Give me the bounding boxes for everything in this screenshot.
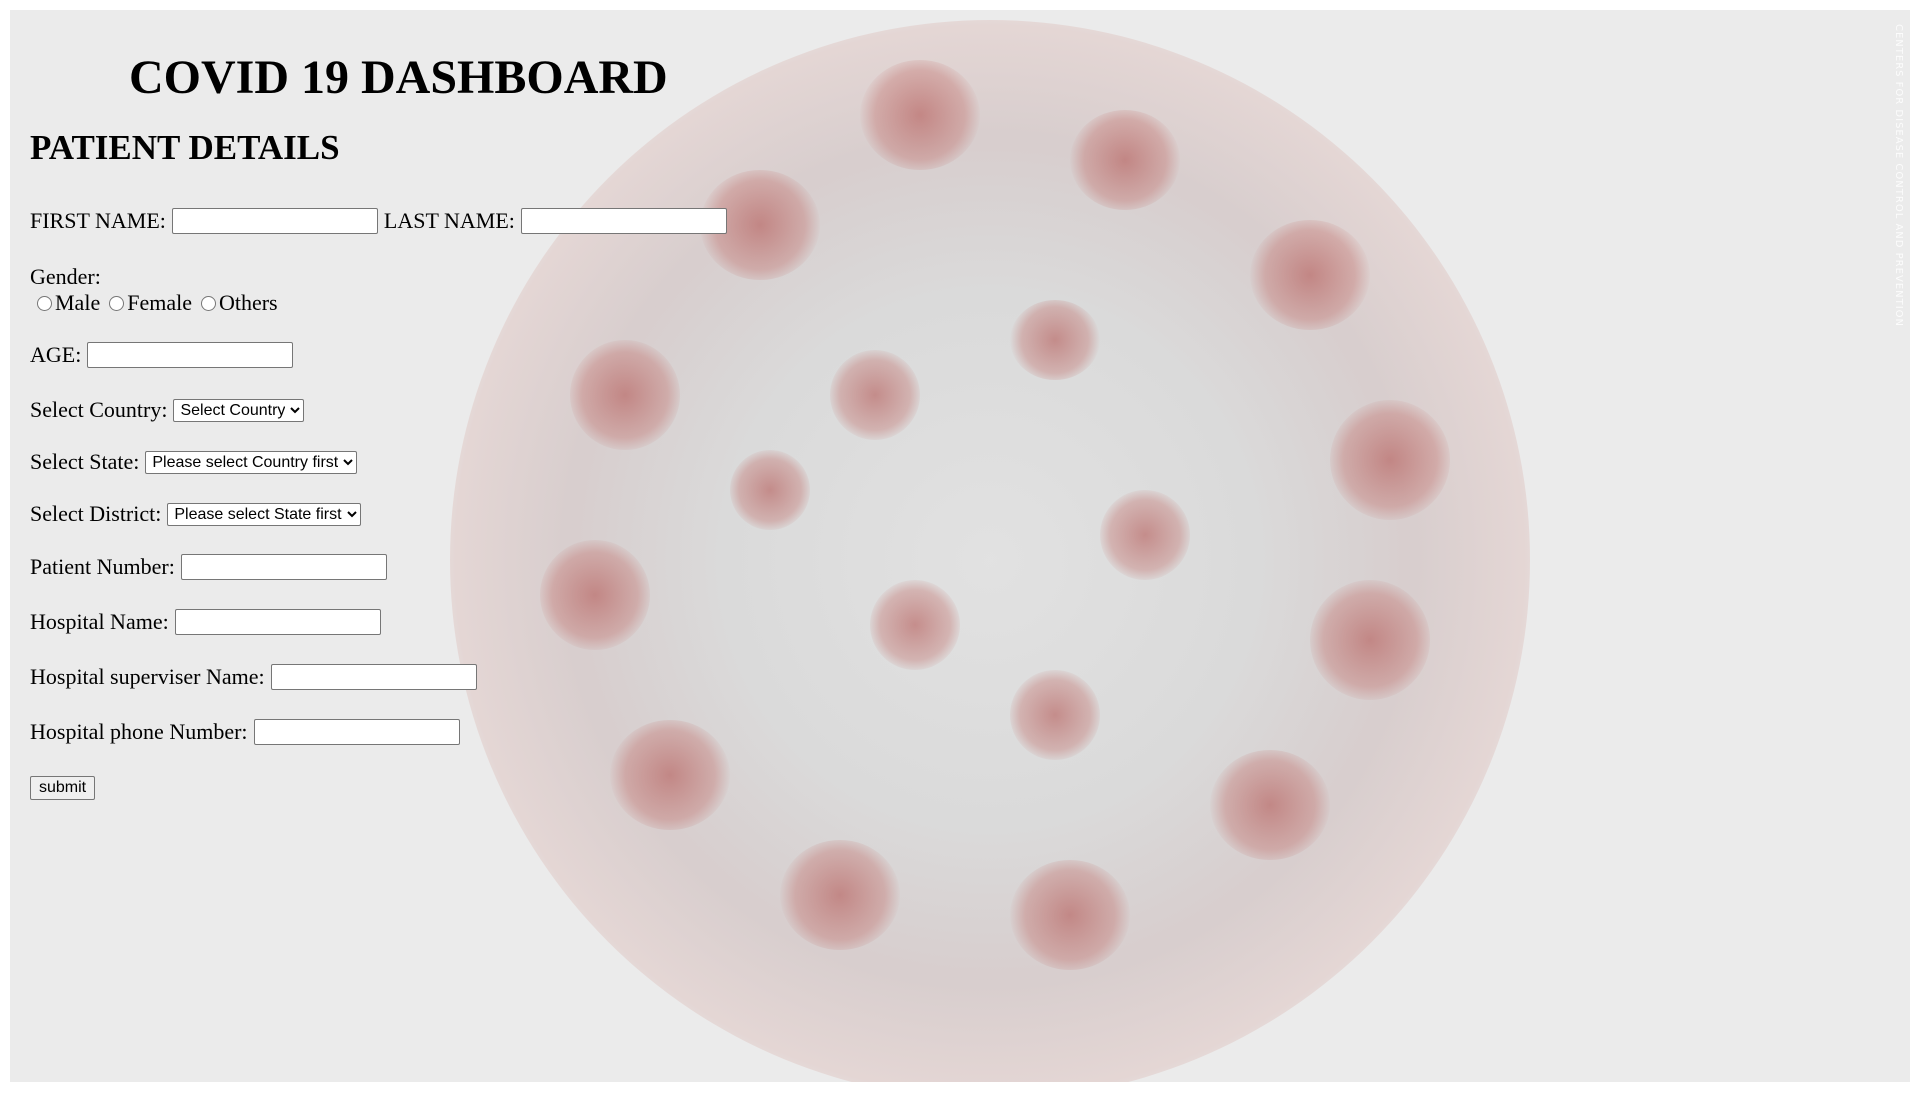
submit-button[interactable]: submit [30,776,96,800]
age-row: AGE: [30,342,299,368]
age-input[interactable] [87,342,294,368]
virus-spike [540,540,650,650]
name-row: FIRST NAME: LAST NAME: [30,208,733,234]
district-select[interactable]: Please select State first [167,502,362,526]
virus-spike [1010,300,1100,380]
patient-number-label: Patient Number: [30,554,175,579]
hospital-name-input[interactable] [174,609,381,635]
dashboard-title: COVID 19 DASHBOARD [129,51,668,104]
district-label: Select District: [30,501,162,526]
virus-spike [1210,750,1330,860]
state-row: Select State: Please select Country firs… [30,449,358,475]
first-name-input[interactable] [171,208,378,234]
coronavirus-background-image [450,20,1530,1082]
virus-spike [730,450,810,530]
supervisor-name-label: Hospital superviser Name: [30,664,265,689]
first-name-label: FIRST NAME: [30,208,166,233]
state-select[interactable]: Please select Country first [145,450,358,474]
country-row: Select Country: Select Country [30,397,305,423]
gender-radio-others[interactable] [200,295,216,311]
virus-spike [1070,110,1180,210]
image-credit: CENTERS FOR DISEASE CONTROL AND PREVENTI… [1893,24,1904,327]
virus-spike [1010,860,1130,970]
virus-spike [1100,490,1190,580]
gender-option-female-label: Female [127,290,192,315]
state-label: Select State: [30,449,140,474]
hospital-phone-label: Hospital phone Number: [30,719,248,744]
virus-spike [1310,580,1430,700]
gender-option-others-label: Others [218,290,278,315]
virus-spike [1330,400,1450,520]
gender-label: Gender: [30,264,101,289]
virus-spike [870,580,960,670]
virus-spike [860,60,980,170]
section-title: PATIENT DETAILS [30,128,340,167]
page-frame: CENTERS FOR DISEASE CONTROL AND PREVENTI… [10,10,1910,1082]
gender-radio-female[interactable] [109,295,125,311]
country-label: Select Country: [30,397,168,422]
hospital-phone-input[interactable] [253,719,460,745]
phone-row: Hospital phone Number: [30,719,466,745]
gender-options: Male Female Others [34,290,284,316]
last-name-input[interactable] [520,208,727,234]
last-name-label: LAST NAME: [383,208,515,233]
hospital-name-label: Hospital Name: [30,609,169,634]
gender-radio-male[interactable] [37,295,52,311]
virus-spike [830,350,920,440]
country-select[interactable]: Select Country [173,398,305,422]
gender-option-male-label: Male [55,290,101,315]
virus-spike [570,340,680,450]
patient-number-row: Patient Number: [30,554,393,580]
hospital-name-row: Hospital Name: [30,609,387,635]
supervisor-row: Hospital superviser Name: [30,664,483,690]
age-label: AGE: [30,342,82,367]
virus-spike [1250,220,1370,330]
virus-spike [610,720,730,830]
virus-spike [1010,670,1100,760]
patient-number-input[interactable] [180,554,387,580]
supervisor-name-input[interactable] [270,664,477,690]
district-row: Select District: Please select State fir… [30,501,362,527]
virus-spike [780,840,900,950]
